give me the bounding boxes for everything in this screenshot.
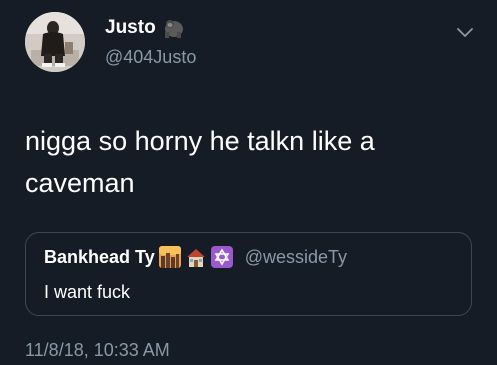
author-display-name[interactable]: Justo (105, 17, 156, 39)
author-handle[interactable]: @404Justo (105, 47, 196, 68)
quoted-author-handle: @wessideTy (244, 246, 348, 267)
author-name-row[interactable]: Justo (105, 17, 184, 39)
quoted-author-display-name: Bankhead Ty (44, 246, 155, 267)
avatar[interactable] (25, 12, 85, 72)
tweet-text: nigga so horny he talkn like a caveman (25, 126, 375, 198)
city-sunset-emoji (158, 246, 181, 268)
quoted-tweet-header: Bankhead Ty @wessideTy (44, 246, 347, 268)
quoted-tweet-text: I want fuck (44, 282, 131, 302)
avatar-photo (25, 12, 85, 72)
house-emoji (185, 246, 207, 268)
quoted-tweet-card[interactable]: Bankhead Ty @wessideTy I want fuck (25, 232, 472, 316)
star-of-david-emoji (210, 246, 233, 268)
chevron-down-icon[interactable] (455, 22, 475, 42)
tweet-timestamp[interactable]: 11/8/18, 10:33 AM (25, 340, 170, 361)
gorilla-emoji (162, 18, 184, 38)
